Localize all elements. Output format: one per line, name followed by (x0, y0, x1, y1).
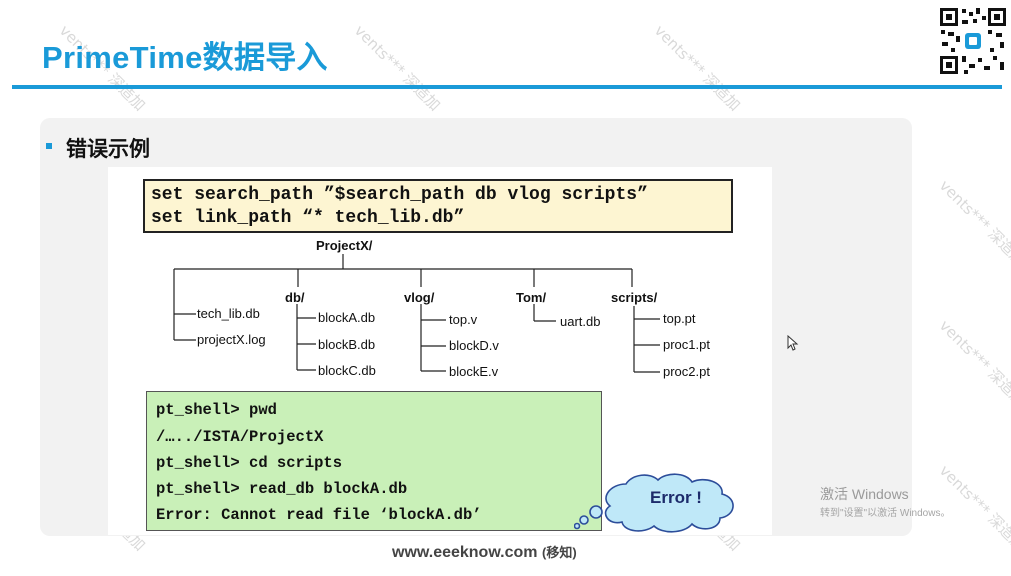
tree-root: ProjectX/ (316, 238, 373, 253)
mouse-cursor-icon (787, 335, 799, 351)
tree-file: blockA.db (318, 310, 376, 325)
tree-folder: Tom/ (516, 290, 547, 305)
tree-file: blockD.v (449, 338, 499, 353)
tree-folder: db/ (285, 290, 305, 305)
tree-folder: scripts/ (611, 290, 658, 305)
tree-file: top.pt (663, 311, 696, 326)
tree-file: top.v (449, 312, 478, 327)
tree-file: projectX.log (197, 332, 266, 347)
shell-line: /…../ISTA/ProjectX (156, 428, 324, 446)
tree-file: proc2.pt (663, 364, 710, 379)
shell-line: pt_shell> pwd (156, 401, 277, 419)
tree-file: blockC.db (318, 363, 376, 378)
shell-line: pt_shell> read_db blockA.db (156, 480, 408, 498)
footer-site: www.eeeknow.com (移知) (392, 542, 577, 562)
shell-line: Error: Cannot read file ‘blockA.db’ (156, 506, 482, 524)
tree-folder: vlog/ (404, 290, 435, 305)
tree-file: tech_lib.db (197, 306, 260, 321)
tree-file: blockB.db (318, 337, 376, 352)
tree-file: uart.db (560, 314, 601, 329)
windows-activation-subtitle: 转到"设置"以激活 Windows。 (820, 508, 951, 519)
footer-suffix: (移知) (541, 545, 577, 560)
tree-file: blockE.v (449, 364, 499, 379)
footer-url: www.eeeknow.com (392, 544, 538, 561)
shell-line: pt_shell> cd scripts (156, 454, 343, 472)
windows-activation-title: 激活 Windows (820, 486, 909, 502)
tree-file: proc1.pt (663, 337, 710, 352)
pt-shell-session: pt_shell> pwd /…../ISTA/ProjectX pt_shel… (146, 391, 602, 531)
error-label: Error ! (650, 488, 702, 507)
